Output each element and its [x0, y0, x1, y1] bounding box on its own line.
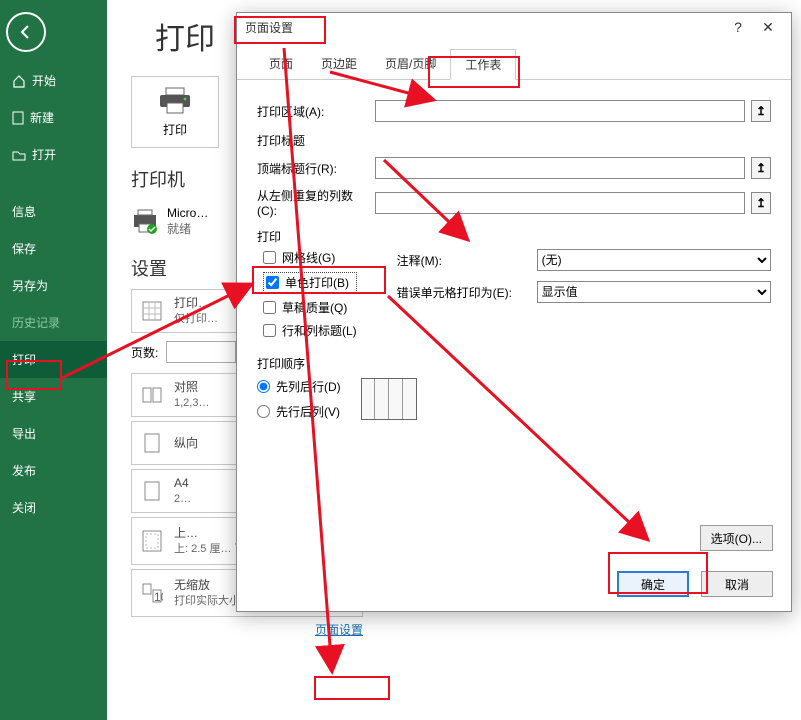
- errors-label: 错误单元格打印为(E):: [397, 284, 527, 301]
- top-rows-label: 顶端标题行(R):: [257, 160, 369, 177]
- options-button[interactable]: 选项(O)...: [700, 525, 773, 551]
- collate-icon: [138, 384, 166, 406]
- top-rows-input[interactable]: [375, 157, 745, 179]
- sidebar-item-publish[interactable]: 发布: [0, 452, 107, 489]
- scaling-icon: 100: [138, 582, 166, 604]
- comments-label: 注释(M):: [397, 252, 527, 269]
- sidebar-item-history[interactable]: 历史记录: [0, 304, 107, 341]
- order-preview-icon: [361, 378, 417, 420]
- sidebar-item-share[interactable]: 共享: [0, 378, 107, 415]
- print-button[interactable]: 打印: [131, 76, 219, 148]
- printer-status-icon: [131, 209, 159, 235]
- radio-down-then-over[interactable]: 先列后行(D): [257, 378, 341, 395]
- sheet-icon: [138, 300, 166, 322]
- sidebar-item-save[interactable]: 保存: [0, 230, 107, 267]
- sidebar-item-label: 关闭: [12, 499, 36, 516]
- print-section-heading: 打印: [257, 228, 771, 245]
- sidebar-item-label: 发布: [12, 462, 36, 479]
- sidebar-item-home[interactable]: 开始: [0, 62, 107, 99]
- margins-icon: [138, 530, 166, 552]
- sidebar-item-label: 历史记录: [12, 314, 60, 331]
- checkbox-gridlines[interactable]: 网格线(G): [263, 249, 357, 266]
- svg-text:100: 100: [154, 590, 163, 604]
- left-cols-input[interactable]: [375, 192, 745, 214]
- sidebar-item-saveas[interactable]: 另存为: [0, 267, 107, 304]
- range-picker-icon[interactable]: ↥: [751, 192, 771, 214]
- range-picker-icon[interactable]: ↥: [751, 157, 771, 179]
- sidebar-item-export[interactable]: 导出: [0, 415, 107, 452]
- printer-icon: [158, 87, 192, 115]
- sidebar-item-label: 打印: [12, 351, 36, 368]
- sidebar-item-label: 保存: [12, 240, 36, 257]
- print-titles-heading: 打印标题: [257, 132, 771, 149]
- sidebar-item-label: 导出: [12, 425, 36, 442]
- checkbox-headings[interactable]: 行和列标题(L): [263, 322, 357, 339]
- page-setup-link[interactable]: 页面设置: [131, 621, 363, 638]
- print-area-input[interactable]: [375, 100, 745, 122]
- page-icon: [138, 481, 166, 501]
- sidebar-item-label: 另存为: [12, 277, 48, 294]
- sidebar-item-label: 共享: [12, 388, 36, 405]
- sidebar-item-print[interactable]: 打印: [0, 341, 107, 378]
- print-button-label: 打印: [163, 121, 187, 138]
- print-area-label: 打印区域(A):: [257, 103, 369, 120]
- dialog-tabs: 页面 页边距 页眉/页脚 工作表: [237, 41, 791, 80]
- backstage-sidebar: 开始 新建 打开 信息 保存 另存为 历史记录 打印 共享 导出 发布 关闭: [0, 0, 107, 720]
- new-icon: [12, 111, 24, 125]
- sidebar-item-close[interactable]: 关闭: [0, 489, 107, 526]
- tab-header-footer[interactable]: 页眉/页脚: [371, 49, 450, 79]
- home-icon: [12, 74, 26, 88]
- checkbox-black-white[interactable]: 单色打印(B): [263, 272, 357, 293]
- sidebar-item-label: 打开: [32, 146, 56, 163]
- page-from-input[interactable]: [166, 341, 236, 363]
- tab-page[interactable]: 页面: [255, 49, 307, 79]
- close-button[interactable]: ✕: [753, 19, 783, 36]
- left-cols-label: 从左侧重复的列数(C):: [257, 187, 369, 218]
- sidebar-item-info[interactable]: 信息: [0, 193, 107, 230]
- checkbox-draft[interactable]: 草稿质量(Q): [263, 299, 357, 316]
- sidebar-item-label: 开始: [32, 72, 56, 89]
- order-heading: 打印顺序: [257, 355, 771, 372]
- sidebar-item-new[interactable]: 新建: [0, 99, 107, 136]
- comments-select[interactable]: (无): [537, 249, 771, 271]
- cancel-button[interactable]: 取消: [701, 571, 773, 597]
- page-setup-dialog: 页面设置 ? ✕ 页面 页边距 页眉/页脚 工作表 打印区域(A): ↥ 打印标…: [236, 12, 792, 612]
- portrait-icon: [138, 433, 166, 453]
- radio-over-then-down[interactable]: 先行后列(V): [257, 403, 341, 420]
- dialog-titlebar: 页面设置 ? ✕: [237, 13, 791, 41]
- errors-select[interactable]: 显示值: [537, 281, 771, 303]
- help-button[interactable]: ?: [723, 19, 753, 35]
- sidebar-item-open[interactable]: 打开: [0, 136, 107, 173]
- sidebar-item-label: 新建: [30, 109, 54, 126]
- dialog-title: 页面设置: [245, 19, 293, 36]
- printer-status: 就绪: [167, 220, 208, 237]
- back-button[interactable]: [6, 12, 46, 52]
- printer-name: Micro…: [167, 206, 208, 220]
- open-icon: [12, 149, 26, 161]
- range-picker-icon[interactable]: ↥: [751, 100, 771, 122]
- tab-sheet[interactable]: 工作表: [450, 49, 516, 80]
- sidebar-item-label: 信息: [12, 203, 36, 220]
- copies-label: 页数:: [131, 344, 158, 361]
- tab-margins[interactable]: 页边距: [307, 49, 371, 79]
- ok-button[interactable]: 确定: [617, 571, 689, 597]
